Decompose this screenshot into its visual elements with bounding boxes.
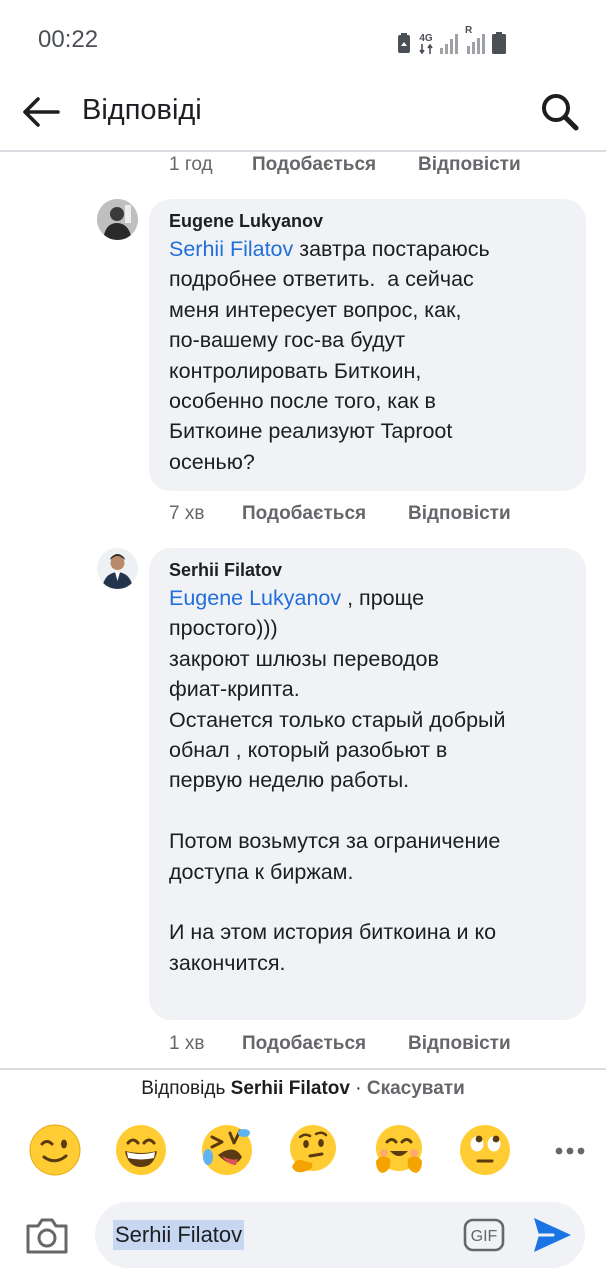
back-button[interactable] xyxy=(20,90,64,134)
rolling-laughing-face-icon[interactable] xyxy=(200,1123,254,1177)
avatar[interactable] xyxy=(97,199,138,240)
comment-time: 1 год xyxy=(169,154,213,175)
arrow-left-icon xyxy=(23,97,60,127)
comment-bubble: Eugene Lukyanov Serhii Filatov завтра по… xyxy=(149,199,586,491)
search-button[interactable] xyxy=(538,90,582,134)
eye-roll-face-icon[interactable] xyxy=(458,1123,512,1177)
signal-roaming-icon: R xyxy=(465,26,485,54)
status-icons: 4G R xyxy=(396,26,506,54)
replying-separator: · xyxy=(349,1078,367,1099)
comment-author[interactable]: Serhii Filatov xyxy=(169,560,566,581)
comment-body: завтра постараюсь подробнее ответить. а … xyxy=(169,237,490,474)
reply-button[interactable]: Відповісти xyxy=(408,1033,511,1055)
app-header: Відповіді xyxy=(0,80,606,152)
cancel-reply-button[interactable]: Скасувати xyxy=(367,1078,465,1099)
comment-input[interactable]: Serhii Filatov GIF xyxy=(95,1202,585,1268)
like-button[interactable]: Подобається xyxy=(242,503,408,525)
reply-button[interactable]: Відповісти xyxy=(408,503,511,525)
camera-icon[interactable] xyxy=(24,1216,70,1256)
signal-icon xyxy=(440,34,458,54)
replying-to-prefix: Відповідь xyxy=(141,1078,226,1099)
emoji-suggestions xyxy=(0,1123,606,1183)
replying-to-bar: Відповідь Serhii Filatov · Скасувати xyxy=(0,1078,606,1100)
thinking-face-icon[interactable] xyxy=(286,1123,340,1177)
comment-time: 1 хв xyxy=(169,1033,205,1054)
comment-actions: 7 хв Подобається Відповісти xyxy=(169,503,511,525)
search-icon xyxy=(542,94,579,131)
status-bar: 00:22 4G R xyxy=(0,0,606,80)
comment-text: Serhii Filatov завтра постараюсь подробн… xyxy=(169,234,566,477)
recycle-notification-icon xyxy=(398,33,410,53)
composer-divider xyxy=(0,1068,606,1070)
comment-text: Eugene Lukyanov , проще простого))) закр… xyxy=(169,583,566,978)
gif-button[interactable]: GIF xyxy=(463,1218,505,1252)
comment-actions: 1 хв Подобається Відповісти xyxy=(169,1033,511,1055)
like-button[interactable]: Подобається xyxy=(252,154,418,176)
gif-label: GIF xyxy=(471,1228,498,1245)
more-emoji-button[interactable] xyxy=(554,1143,586,1159)
hugging-face-icon[interactable] xyxy=(372,1123,426,1177)
winking-face-icon[interactable] xyxy=(28,1123,82,1177)
status-time: 00:22 xyxy=(38,26,99,53)
page-title: Відповіді xyxy=(82,94,202,126)
comment-actions: 1 год Подобається Відповісти xyxy=(169,154,521,176)
network-type-label: 4G xyxy=(419,33,433,44)
4g-data-icon: 4G xyxy=(419,34,433,54)
comment-bubble: Serhii Filatov Eugene Lukyanov , проще п… xyxy=(149,548,586,1020)
like-button[interactable]: Подобається xyxy=(242,1033,408,1055)
mention-link[interactable]: Eugene Lukyanov xyxy=(169,586,341,610)
send-icon[interactable] xyxy=(531,1215,573,1255)
grinning-face-icon[interactable] xyxy=(114,1123,168,1177)
comment-body: , проще простого))) закроют шлюзы перево… xyxy=(169,586,506,975)
reply-button[interactable]: Відповісти xyxy=(418,154,521,176)
avatar[interactable] xyxy=(97,548,138,589)
replying-to-name: Serhii Filatov xyxy=(230,1078,350,1099)
battery-icon xyxy=(492,32,506,54)
comment-author[interactable]: Eugene Lukyanov xyxy=(169,211,566,232)
comment-input-value[interactable]: Serhii Filatov xyxy=(113,1220,245,1250)
comment-time: 7 хв xyxy=(169,503,205,524)
mention-link[interactable]: Serhii Filatov xyxy=(169,237,293,261)
